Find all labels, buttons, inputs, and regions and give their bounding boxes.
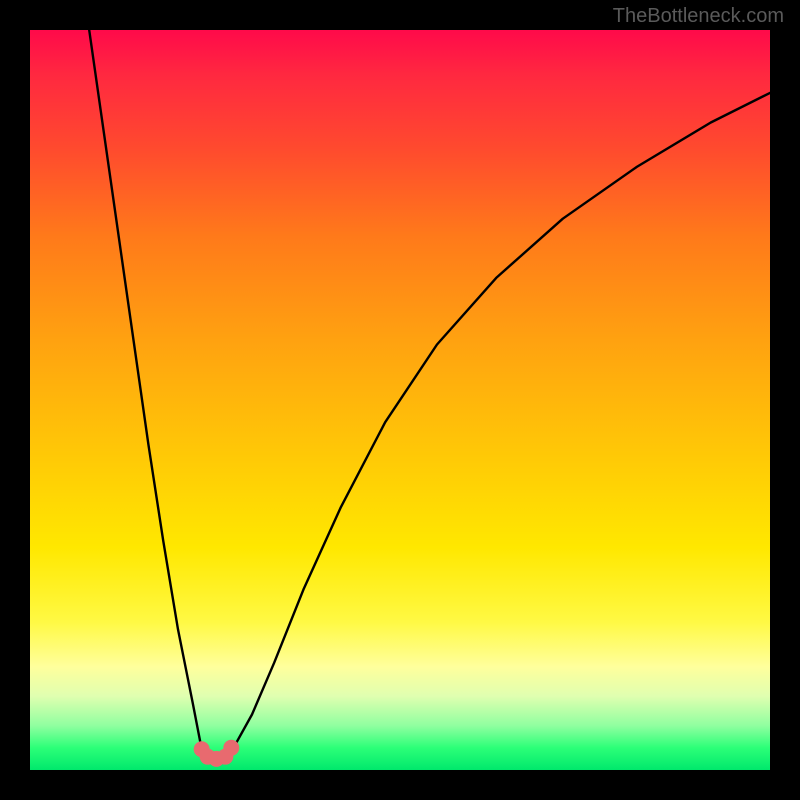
cusp-marker bbox=[223, 740, 239, 756]
curves-group bbox=[89, 30, 770, 757]
watermark-text: TheBottleneck.com bbox=[613, 5, 784, 28]
cusp-markers-group bbox=[194, 740, 240, 767]
curve-right-branch bbox=[224, 93, 770, 757]
curve-layer bbox=[30, 30, 770, 770]
plot-area bbox=[30, 30, 770, 770]
chart-frame: TheBottleneck.com bbox=[0, 0, 800, 800]
curve-left-branch bbox=[89, 30, 209, 757]
